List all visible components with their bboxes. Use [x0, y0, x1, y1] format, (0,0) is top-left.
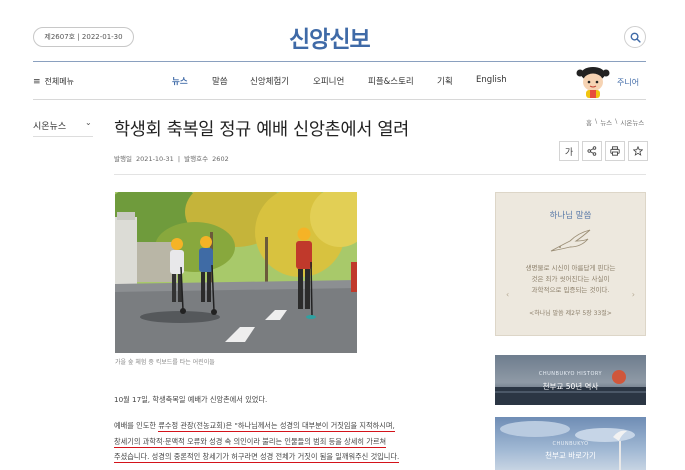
- issue-badge: 제2607호 | 2022-01-30: [33, 27, 134, 47]
- article-paragraph: 10월 17일, 학생축복일 예배가 신앙촌에서 있었다.: [114, 395, 268, 404]
- children-scooter-photo: [115, 192, 357, 353]
- chunbukyo-banner[interactable]: CHUNBUKYO 천부교 바로가기: [495, 417, 646, 470]
- breadcrumb-zion-news[interactable]: 시온뉴스: [620, 117, 644, 127]
- banner-title: 천부교 50년 역사: [542, 382, 599, 391]
- verse-line: 생명물로 시신이 아름답게 핀다는: [525, 264, 616, 272]
- meta-date: 2021-10-31: [136, 155, 174, 163]
- meta-issue-label: 발행호수: [184, 155, 209, 163]
- junior-mascot-icon: [576, 67, 610, 98]
- banner-subtitle: CHUNBUKYO: [552, 441, 589, 447]
- nav-item-english[interactable]: English: [476, 75, 507, 87]
- nav-item-testimony[interactable]: 신앙체험기: [250, 75, 313, 87]
- all-menu-button[interactable]: ≡ 전체메뉴: [33, 76, 74, 87]
- next-arrow-icon[interactable]: ›: [632, 290, 635, 299]
- history-banner-image: [495, 370, 646, 405]
- nav-item-people[interactable]: 피플&스토리: [368, 75, 437, 87]
- breadcrumb-separator: \: [615, 117, 618, 125]
- article-title: 학생회 축복일 정규 예배 신앙촌에서 열려: [114, 120, 409, 140]
- article-photo: [115, 192, 357, 353]
- junior-link[interactable]: 주니어: [573, 65, 639, 99]
- article-paragraph-line: 주셨습니다. 성경의 중론적인 창세기가 허구라면 성경 전체가 거짓이 됨을 …: [114, 452, 400, 463]
- nav-item-feature[interactable]: 기획: [437, 75, 476, 87]
- banner-subtitle: CHUNBUKYO HISTORY: [538, 371, 603, 377]
- verse-reference: <하나님 말씀 제2부 5장 33절>: [529, 310, 612, 317]
- highlighted-text: 창세기의 과학적·문맥적 오류와 성경 속 의인이라 불리는 인물들의 범죄 등…: [114, 437, 387, 448]
- article-meta: 발행일 2021-10-31 | 발행호수 2602: [114, 153, 231, 163]
- main-nav: 뉴스 말씀 신앙체험기 오피니언 피플&스토리 기획 English: [172, 75, 507, 87]
- article-tools: 가: [559, 141, 648, 161]
- highlighted-text: 류수정 관장(전농교회)은 "하나님께서는 성경의 대부분이 거짓임을 지적하시…: [158, 421, 395, 432]
- meta-date-label: 발행일: [114, 155, 132, 163]
- verse-line: 것은 죄가 씻어진다는 사실이: [531, 275, 610, 283]
- meta-issue: 2602: [212, 155, 229, 163]
- article-paragraph-line: 예배를 인도한 류수정 관장(전농교회)은 "하나님께서는 성경의 대부분이 거…: [114, 421, 395, 432]
- verse-text: 생명물로 시신이 아름답게 핀다는 것은 죄가 씻어진다는 사실이 과학적으로 …: [496, 263, 645, 296]
- dove-icon: [550, 229, 591, 252]
- font-size-button[interactable]: 가: [559, 141, 579, 161]
- verse-card-heading: 하나님 말씀: [549, 211, 592, 221]
- history-banner[interactable]: CHUNBUKYO HISTORY 천부교 50년 역사: [495, 355, 646, 405]
- sidebar-divider: [33, 136, 93, 137]
- menu-icon: ≡: [33, 76, 41, 87]
- plain-text: 예배를 인도한: [114, 421, 159, 430]
- search-button[interactable]: [624, 26, 646, 48]
- meta-separator: |: [177, 155, 181, 163]
- nav-item-opinion[interactable]: 오피니언: [313, 75, 368, 87]
- chevron-down-icon[interactable]: ⌄: [85, 118, 92, 127]
- all-menu-label: 전체메뉴: [44, 77, 74, 86]
- bookmark-button[interactable]: [628, 141, 648, 161]
- nav-item-news[interactable]: 뉴스: [172, 75, 212, 87]
- search-icon: [630, 32, 641, 43]
- share-button[interactable]: [582, 141, 602, 161]
- article-paragraph-line: 창세기의 과학적·문맥적 오류와 성경 속 의인이라 불리는 인물들의 범죄 등…: [114, 437, 387, 448]
- verse-line: 과학적으로 입증되는 것이다.: [531, 286, 610, 294]
- nav-divider: [33, 99, 646, 100]
- photo-caption: 가을 숲 체험 중 킥보드를 타는 어린이들: [115, 359, 215, 366]
- highlighted-text: 주셨습니다. 성경의 중론적인 창세기가 허구라면 성경 전체가 거짓이 됨을 …: [114, 452, 400, 463]
- print-button[interactable]: [605, 141, 625, 161]
- prev-arrow-icon[interactable]: ‹: [506, 290, 509, 299]
- header-divider: [33, 61, 646, 62]
- breadcrumb-news[interactable]: 뉴스: [600, 117, 612, 127]
- sidebar-section-title[interactable]: 시온뉴스: [33, 119, 66, 132]
- junior-label: 주니어: [617, 77, 640, 87]
- nav-item-sermon[interactable]: 말씀: [212, 75, 250, 87]
- breadcrumb: 홈 \ 뉴스 \ 시온뉴스: [586, 117, 644, 127]
- article-divider: [114, 174, 646, 175]
- banner-title: 천부교 바로가기: [545, 451, 596, 460]
- star-icon: [633, 146, 643, 156]
- share-icon: [587, 146, 597, 156]
- bible-verse-card: 하나님 말씀 생명물로 시신이 아름답게 핀다는 것은 죄가 씻어진다는 사실이…: [495, 192, 646, 336]
- site-logo[interactable]: 신앙신보: [289, 20, 371, 54]
- print-icon: [610, 146, 620, 156]
- breadcrumb-separator: \: [594, 117, 598, 125]
- breadcrumb-home[interactable]: 홈: [586, 117, 592, 127]
